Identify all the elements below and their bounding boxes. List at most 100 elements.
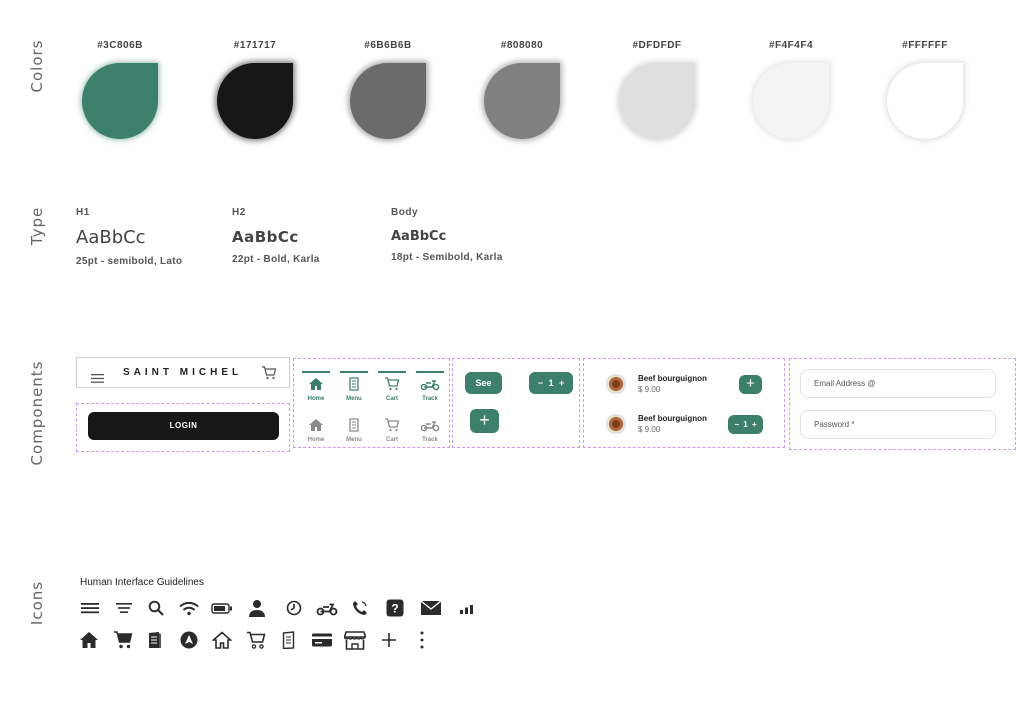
menu-book-icon [349, 418, 359, 432]
cart-icon [385, 418, 400, 432]
phone-icon [349, 597, 371, 619]
menu-book-icon [349, 377, 359, 391]
dish-name: Beef bourguignon [638, 374, 707, 383]
icons-title: Human Interface Guidelines [80, 577, 204, 588]
tab-label: Home [307, 437, 325, 443]
user-icon [246, 597, 268, 619]
email-field[interactable]: Email Address @ [800, 369, 996, 398]
tab-label: Menu [346, 437, 362, 443]
login-component-frame: LOGIN [76, 403, 290, 452]
store-icon [344, 629, 366, 651]
plus-icon [378, 629, 400, 651]
color-swatch-off-white: #F4F4F4 [746, 40, 836, 139]
tab-label: Cart [385, 437, 398, 443]
quantity-stepper[interactable]: − 1 + [529, 372, 573, 394]
type-caption: H2 [232, 207, 246, 218]
wifi-icon [178, 597, 200, 619]
brand-title: SAINT MICHEL [123, 367, 243, 378]
dish-name: Beef bourguignon [638, 414, 707, 423]
more-vertical-icon [411, 629, 433, 651]
cart-icon [385, 377, 400, 391]
type-description: 18pt - Semibold, Karla [391, 252, 503, 263]
plus-icon[interactable]: + [752, 420, 757, 429]
add-to-cart-button[interactable]: + [739, 375, 762, 394]
color-hex-label: #3C806B [97, 40, 143, 51]
type-description: 22pt - Bold, Karla [232, 254, 320, 265]
hamburger-menu-icon[interactable] [91, 368, 104, 387]
color-swatch-green: #3C806B [75, 40, 165, 139]
see-button[interactable]: See [465, 372, 502, 394]
tab-cart[interactable]: Cart [378, 417, 406, 443]
filter-icon [113, 597, 135, 619]
color-hex-label: #6B6B6B [364, 40, 412, 51]
home-filled-icon [78, 629, 100, 651]
scooter-icon [420, 421, 440, 432]
home-icon [309, 378, 323, 390]
color-swatch-black: #171717 [210, 40, 300, 139]
login-button[interactable]: LOGIN [88, 412, 279, 440]
color-swatch-white: #FFFFFF [880, 40, 970, 139]
help-icon: ? [384, 597, 406, 619]
type-caption: H1 [76, 207, 90, 218]
tab-track-active[interactable]: Track [416, 371, 444, 402]
color-drop [753, 63, 829, 139]
color-drop [350, 63, 426, 139]
color-hex-label: #DFDFDF [632, 40, 682, 51]
type-caption: Body [391, 207, 418, 218]
home-outline-icon [211, 629, 233, 651]
quantity-value: 1 [743, 420, 748, 429]
type-sample: AaBbCc [232, 228, 299, 246]
color-hex-label: #808080 [500, 40, 544, 51]
tab-track[interactable]: Track [416, 417, 444, 443]
plus-icon: + [479, 410, 490, 430]
password-field[interactable]: Password * [800, 410, 996, 439]
search-icon [145, 597, 167, 619]
form-component-frame: Email Address @ Password * [789, 358, 1016, 450]
buttons-component-frame: See − 1 + + [452, 358, 580, 448]
tab-menu-active[interactable]: Menu [340, 371, 368, 402]
add-button[interactable]: + [470, 409, 499, 433]
menu-icon [79, 597, 101, 619]
svg-text:?: ? [391, 602, 398, 616]
section-label-colors: Colors [28, 39, 46, 93]
dish-list-component-frame: Beef bourguignon $ 9.00 + Beef bourguign… [583, 358, 785, 448]
home-icon [309, 419, 323, 431]
color-drop [619, 63, 695, 139]
color-drop [82, 63, 158, 139]
quantity-value: 1 [548, 378, 554, 388]
cart-icon[interactable] [261, 365, 277, 384]
cart-filled-icon [112, 629, 134, 651]
type-body: Body AaBbCc 18pt - Semibold, Karla [391, 207, 503, 263]
dish-price: $ 9.00 [638, 385, 661, 394]
color-hex-label: #F4F4F4 [768, 40, 814, 51]
minus-icon[interactable]: − [538, 378, 543, 388]
dish-image [606, 414, 626, 434]
credit-card-icon [311, 629, 333, 651]
tab-label: Track [422, 437, 438, 443]
color-drop [484, 63, 560, 139]
tab-cart-active[interactable]: Cart [378, 371, 406, 402]
color-swatch-dark-gray: #6B6B6B [343, 40, 433, 139]
type-h1: H1 AaBbCc 25pt - semibold, Lato [76, 207, 182, 267]
tab-home[interactable]: Home [302, 417, 330, 443]
tab-bar-component-frame: Home Menu Cart Track Home Menu Cart Trac… [293, 358, 450, 448]
type-sample: AaBbCc [391, 229, 447, 244]
menu-book-filled-icon [144, 629, 166, 651]
type-sample: AaBbCc [76, 227, 146, 248]
plus-icon[interactable]: + [559, 378, 564, 388]
tab-menu[interactable]: Menu [340, 417, 368, 443]
scooter-icon [420, 380, 440, 391]
section-label-components: Components [28, 360, 46, 466]
color-drop [887, 63, 963, 139]
clock-icon [283, 597, 305, 619]
dish-image [606, 374, 626, 394]
minus-icon[interactable]: − [734, 420, 739, 429]
tab-label: Home [307, 396, 325, 402]
signal-icon [457, 597, 479, 619]
quantity-stepper[interactable]: − 1 + [728, 415, 763, 434]
tab-home-active[interactable]: Home [302, 371, 330, 402]
top-navbar: SAINT MICHEL [76, 357, 290, 388]
color-hex-label: #FFFFFF [902, 40, 948, 51]
color-hex-label: #171717 [233, 40, 277, 51]
color-swatch-light-gray: #DFDFDF [612, 40, 702, 139]
